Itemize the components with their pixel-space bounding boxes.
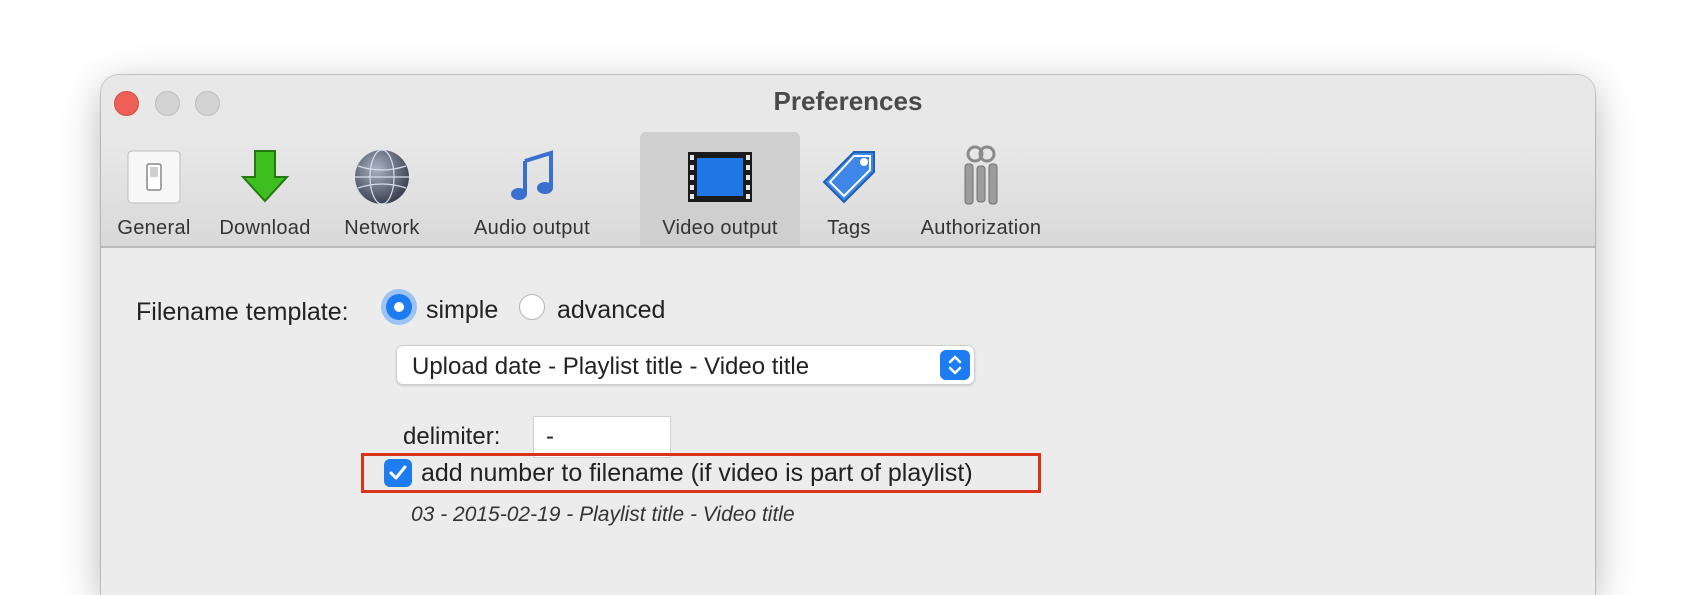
- tab-tags-label: Tags: [827, 217, 871, 239]
- filename-template-select-value: Upload date - Playlist title - Video tit…: [412, 353, 810, 380]
- filename-example: 03 - 2015-02-19 - Playlist title - Video…: [411, 503, 795, 526]
- checkmark-icon: [389, 465, 407, 480]
- radio-simple[interactable]: [386, 294, 412, 320]
- tag-icon: [814, 142, 884, 212]
- tab-network[interactable]: Network: [339, 132, 425, 246]
- tab-video-output[interactable]: Video output: [640, 132, 800, 246]
- delimiter-field-value: -: [546, 423, 554, 450]
- window-title: Preferences: [773, 86, 923, 116]
- delimiter-field[interactable]: -: [533, 416, 671, 458]
- preferences-window: Preferences General Download Network Aud…: [101, 75, 1595, 595]
- tab-authorization-label: Authorization: [920, 217, 1042, 239]
- switch-icon: [119, 142, 189, 212]
- tab-audio-output[interactable]: Audio output: [449, 132, 615, 246]
- download-arrow-icon: [230, 142, 300, 212]
- radio-advanced-label[interactable]: advanced: [557, 296, 665, 325]
- delimiter-label: delimiter:: [403, 423, 501, 450]
- tab-video-output-label: Video output: [662, 217, 778, 239]
- add-number-label[interactable]: add number to filename (if video is part…: [421, 459, 973, 488]
- filename-template-select[interactable]: Upload date - Playlist title - Video tit…: [396, 345, 975, 385]
- music-note-icon: [497, 142, 567, 212]
- tab-authorization[interactable]: Authorization: [909, 132, 1053, 246]
- tab-network-label: Network: [344, 217, 420, 239]
- tab-general-label: General: [117, 217, 191, 239]
- tab-general[interactable]: General: [111, 132, 197, 246]
- keys-icon: [946, 142, 1016, 212]
- filename-template-label: Filename template:: [136, 298, 349, 326]
- tab-download-label: Download: [219, 217, 311, 239]
- tab-download[interactable]: Download: [213, 132, 317, 246]
- title-bar: Preferences: [101, 75, 1595, 133]
- up-down-chevron-icon[interactable]: [940, 350, 970, 380]
- preferences-toolbar: General Download Network Audio output Vi…: [101, 132, 1595, 248]
- tab-audio-output-label: Audio output: [474, 217, 590, 239]
- globe-icon: [347, 142, 417, 212]
- tab-tags[interactable]: Tags: [814, 132, 884, 246]
- film-strip-icon: [685, 142, 755, 212]
- add-number-checkbox[interactable]: [384, 459, 412, 487]
- radio-simple-label[interactable]: simple: [426, 296, 498, 325]
- radio-advanced[interactable]: [519, 294, 545, 320]
